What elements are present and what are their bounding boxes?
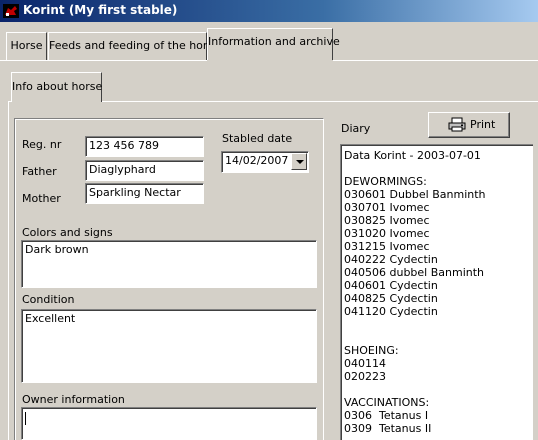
tab-info-about-horse[interactable]: Info about horse	[11, 72, 102, 102]
tab-information-archive-label: Information and archive	[208, 35, 340, 48]
stabled-date-combo[interactable]: 14/02/2007	[221, 151, 309, 173]
window-title: Korint (My first stable)	[23, 3, 178, 17]
owner-information-label: Owner information	[22, 393, 125, 406]
colors-signs-field[interactable]: Dark brown	[21, 240, 317, 288]
tab-information-archive[interactable]: Information and archive	[207, 28, 340, 60]
diary-line: 031215 Ivomec	[344, 240, 430, 253]
diary-line: VACCINATIONS:	[344, 396, 430, 409]
mother-label: Mother	[22, 192, 61, 205]
diary-line: SHOEING:	[344, 344, 399, 357]
owner-information-field[interactable]	[21, 407, 317, 440]
diary-line: 040601 Cydectin	[344, 279, 438, 292]
diary-line: 040222 Cydectin	[344, 253, 438, 266]
tab-feeds-label: Feeds and feeding of the horse	[49, 39, 220, 52]
diary-line	[344, 331, 530, 344]
condition-label: Condition	[22, 293, 75, 306]
diary-line	[344, 318, 530, 331]
diary-line: 0306 Tetanus I	[344, 409, 429, 422]
reg-nr-field[interactable]: 123 456 789	[85, 136, 204, 157]
title-bar[interactable]: Korint (My first stable)	[0, 0, 538, 22]
father-label: Father	[22, 165, 57, 178]
diary-line: DEWORMINGS:	[344, 175, 427, 188]
tab-horse[interactable]: Horse	[6, 32, 47, 60]
stabled-date-value: 14/02/2007	[225, 154, 289, 167]
text-caret	[25, 412, 26, 425]
horse-stable-icon	[3, 4, 19, 18]
diary-line: 0309 Tetanus II	[344, 422, 432, 435]
mother-field[interactable]: Sparkling Nectar	[85, 183, 204, 204]
print-button[interactable]: Print	[428, 112, 510, 138]
tab-feeds[interactable]: Feeds and feeding of the horse	[48, 32, 220, 60]
stabled-date-dropdown-button[interactable]	[291, 153, 307, 170]
diary-textarea[interactable]: Data Korint - 2003-07-01 DEWORMINGS: 030…	[340, 144, 533, 440]
diary-line: Data Korint - 2003-07-01	[344, 149, 481, 162]
diary-line	[344, 162, 530, 175]
condition-field[interactable]: Excellent	[21, 309, 317, 383]
chevron-down-icon	[296, 160, 304, 164]
diary-line: 041120 Cydectin	[344, 305, 438, 318]
reg-nr-label: Reg. nr	[22, 138, 62, 151]
diary-line: 040114	[344, 357, 386, 370]
diary-line: 030601 Dubbel Banminth	[344, 188, 486, 201]
tab-info-about-horse-label: Info about horse	[12, 80, 103, 93]
diary-line: 020223	[344, 370, 386, 383]
diary-label: Diary	[341, 122, 371, 135]
diary-line: 030701 Ivomec	[344, 201, 430, 214]
diary-line: 030825 Ivomec	[344, 214, 430, 227]
diary-line: 040506 dubbel Banminth	[344, 266, 485, 279]
diary-line: 031020 Ivomec	[344, 227, 430, 240]
father-field[interactable]: Diaglyphard	[85, 160, 204, 181]
stabled-date-label: Stabled date	[222, 132, 293, 145]
printer-icon	[448, 117, 466, 132]
tab-panel-edge	[0, 60, 207, 61]
print-button-label: Print	[470, 118, 496, 131]
tab-horse-label: Horse	[10, 39, 43, 52]
diary-line	[344, 383, 530, 396]
colors-signs-label: Colors and signs	[22, 226, 113, 239]
diary-line: 040825 Cydectin	[344, 292, 438, 305]
tab-panel-edge-right	[333, 60, 538, 61]
